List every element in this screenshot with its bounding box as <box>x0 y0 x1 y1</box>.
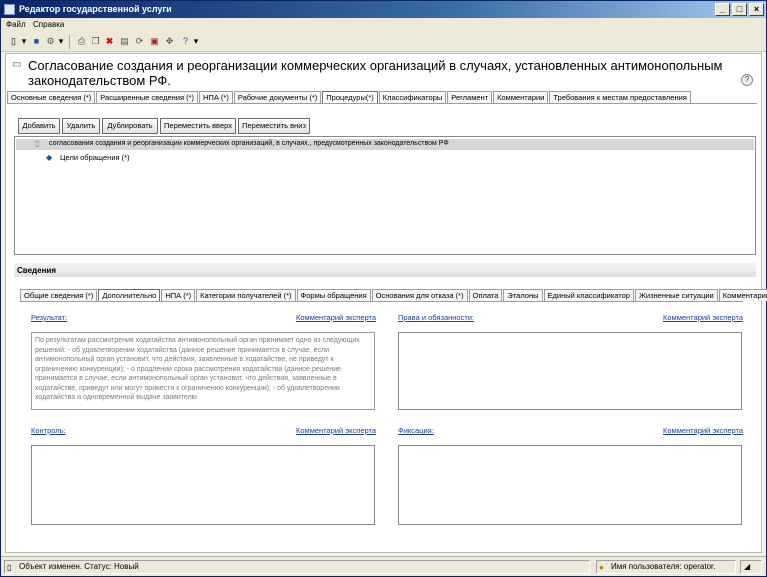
tree-item-label: согласования создания и реорганизации ко… <box>49 140 449 147</box>
duplicate-button[interactable]: Дублировать <box>102 118 158 134</box>
tab-recipient-categories[interactable]: Категории получателей (*) <box>196 289 296 301</box>
result-field[interactable]: По результатам рассмотрения ходатайства … <box>31 332 375 410</box>
fixation-field[interactable] <box>398 445 742 525</box>
tab-extended-info[interactable]: Расширенные сведения (*) <box>96 91 199 103</box>
menu-bar: Файл Справка <box>1 18 766 32</box>
rights-field[interactable] <box>398 332 742 410</box>
question-icon[interactable]: ? <box>741 74 753 86</box>
publish-icon[interactable]: ▣ <box>148 35 161 48</box>
move-up-button[interactable]: Переместить вверх <box>160 118 236 134</box>
move-icon[interactable]: ✥ <box>163 35 176 48</box>
window-title: Редактор государственной услуги <box>19 4 172 14</box>
export-icon[interactable]: ▤ <box>118 35 131 48</box>
save-icon[interactable]: ■ <box>30 35 43 48</box>
status-pane-user: ● Имя пользователя: operator. <box>596 560 736 574</box>
book-icon: ◆ <box>46 153 53 162</box>
procedure-tree: ▯ согласования создания и реорганизации … <box>14 136 756 255</box>
control-label[interactable]: Контроль: <box>31 426 66 435</box>
document-title: Согласование создания и реорганизации ко… <box>28 58 723 88</box>
new-dropdown-icon[interactable]: ▾ <box>20 35 28 48</box>
settings-dropdown-icon[interactable]: ▾ <box>57 35 65 48</box>
status-info-icon: ▯ <box>7 563 12 572</box>
delete-button[interactable]: Удалить <box>62 118 100 134</box>
help-icon[interactable]: ? <box>179 35 192 48</box>
tree-item-procedure[interactable]: ▯ согласования создания и реорганизации … <box>16 139 754 150</box>
tab-place-requirements[interactable]: Требования к местам предоставления <box>549 91 691 103</box>
close-button[interactable]: × <box>749 3 764 16</box>
document-icon: ▭ <box>12 59 22 70</box>
user-icon: ● <box>599 563 604 572</box>
tab-payment[interactable]: Оплата <box>468 289 503 301</box>
user-text: Имя пользователя: operator. <box>611 562 716 571</box>
tab-work-documents[interactable]: Рабочие документы (*) <box>233 91 322 103</box>
tab-divider <box>20 301 743 302</box>
toolbar-separator <box>69 35 70 49</box>
toolbar: ▯ ▾ ■ ⚙ ▾ ⎙ ❐ ✖ ▤ ⟳ ▣ ✥ ? ▾ <box>1 32 766 52</box>
tree-item-label: Цели обращения (*) <box>60 153 130 162</box>
print-icon[interactable]: ⎙ <box>75 35 88 48</box>
status-pane-extra: ◢ <box>740 560 762 574</box>
details-heading: Сведения <box>14 263 756 277</box>
settings-icon[interactable]: ⚙ <box>44 35 57 48</box>
tab-comments[interactable]: Комментарии <box>718 289 767 301</box>
refresh-icon[interactable]: ⟳ <box>133 35 146 48</box>
add-button[interactable]: Добавить <box>18 118 60 134</box>
copy-icon[interactable]: ❐ <box>89 35 102 48</box>
maximize-button[interactable]: □ <box>732 3 747 16</box>
result-expert-comment-link[interactable]: Комментарий эксперта <box>296 313 376 322</box>
control-field[interactable] <box>31 445 375 525</box>
help-dropdown-icon[interactable]: ▾ <box>192 35 200 48</box>
tab-life-situations[interactable]: Жизненные ситуации <box>634 289 718 301</box>
control-expert-comment-link[interactable]: Комментарий эксперта <box>296 426 376 435</box>
tab-standards[interactable]: Эталоны <box>503 289 543 301</box>
tab-npa[interactable]: НПА (*) <box>161 289 196 301</box>
move-down-button[interactable]: Переместить вниз <box>238 118 310 134</box>
status-bar: ▯ Объект изменен. Статус: Новый ● Имя по… <box>1 556 766 576</box>
new-document-icon[interactable]: ▯ <box>7 35 20 48</box>
tab-comments[interactable]: Комментарии <box>493 91 549 103</box>
tab-npa[interactable]: НПА (*) <box>199 91 233 103</box>
menu-file[interactable]: Файл <box>6 20 26 29</box>
tab-unified-classifier[interactable]: Единый классификатор <box>543 289 634 301</box>
tab-refusal-grounds[interactable]: Основания для отказа (*) <box>371 289 468 301</box>
tab-divider <box>7 103 757 104</box>
status-pane-object: ▯ Объект изменен. Статус: Новый <box>4 560 590 574</box>
fixation-label[interactable]: Фиксация: <box>398 426 434 435</box>
editor-window: Редактор государственной услуги _ □ × Фа… <box>0 0 767 577</box>
rights-expert-comment-link[interactable]: Комментарий эксперта <box>663 313 743 322</box>
resize-grip-icon[interactable]: ◢ <box>744 562 750 571</box>
delete-icon[interactable]: ✖ <box>103 35 116 48</box>
app-icon <box>4 4 15 15</box>
tab-request-forms[interactable]: Формы обращения <box>296 289 371 301</box>
title-bar: Редактор государственной услуги _ □ × <box>1 1 766 18</box>
tab-regulation[interactable]: Регламент <box>447 91 493 103</box>
tab-main-info[interactable]: Основные сведения (*) <box>7 91 96 103</box>
result-label[interactable]: Результат: <box>31 313 67 322</box>
document-icon: ▯ <box>35 139 40 148</box>
status-text: Объект изменен. Статус: Новый <box>19 562 139 571</box>
rights-label[interactable]: Права и обязанности: <box>398 313 474 322</box>
tab-classifiers[interactable]: Классификаторы <box>378 91 447 103</box>
fixation-expert-comment-link[interactable]: Комментарий эксперта <box>663 426 743 435</box>
tab-general-info[interactable]: Общие сведения (*) <box>20 289 98 301</box>
menu-help[interactable]: Справка <box>33 20 64 29</box>
minimize-button[interactable]: _ <box>715 3 730 16</box>
